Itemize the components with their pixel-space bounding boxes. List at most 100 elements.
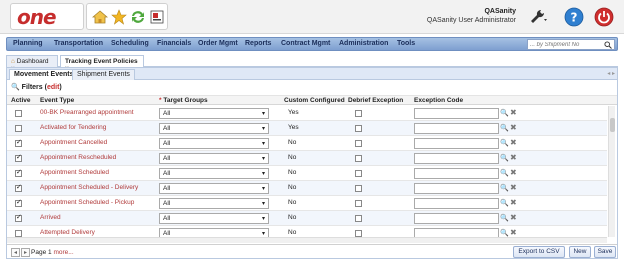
debrief-exception-checkbox[interactable] — [355, 230, 362, 237]
target-groups-select[interactable]: All ▾ — [159, 138, 269, 149]
debrief-exception-checkbox[interactable] — [355, 125, 362, 132]
clear-icon[interactable]: ✖ — [510, 198, 517, 207]
debrief-exception-checkbox[interactable] — [355, 110, 362, 117]
col-debrief-exception[interactable]: Debrief Exception — [348, 97, 403, 104]
star-icon[interactable] — [111, 9, 127, 25]
lookup-icon[interactable]: 🔍 — [500, 124, 509, 132]
help-icon[interactable]: ? — [564, 7, 584, 27]
event-type-link[interactable]: Appointment Cancelled — [40, 139, 107, 146]
nav-item-tools[interactable]: Tools — [397, 40, 415, 47]
active-checkbox[interactable] — [15, 110, 22, 117]
exception-code-field[interactable] — [414, 153, 499, 164]
target-groups-select[interactable]: All ▾ — [159, 228, 269, 237]
exception-code-field[interactable] — [414, 213, 499, 224]
exception-code-field[interactable] — [414, 198, 499, 209]
nav-item-planning[interactable]: Planning — [13, 40, 43, 47]
active-checkbox[interactable] — [15, 125, 22, 132]
exception-code-field[interactable] — [414, 138, 499, 149]
nav-item-transportation[interactable]: Transportation — [54, 40, 103, 47]
clear-icon[interactable]: ✖ — [510, 138, 517, 147]
col-active[interactable]: Active — [11, 97, 31, 104]
filters-edit-link[interactable]: edit — [47, 84, 59, 91]
active-checkbox[interactable] — [15, 138, 22, 147]
target-groups-select[interactable]: All ▾ — [159, 213, 269, 224]
debrief-exception-checkbox[interactable] — [355, 215, 362, 222]
app-logo[interactable]: one — [10, 3, 84, 30]
debrief-exception-checkbox[interactable] — [355, 200, 362, 207]
debrief-exception-checkbox[interactable] — [355, 140, 362, 147]
tab-dashboard[interactable]: ⌂ Dashboard × — [6, 55, 58, 72]
lookup-icon[interactable]: 🔍 — [500, 229, 509, 237]
tab-movement-events[interactable]: Movement Events — [9, 69, 79, 80]
debrief-exception-checkbox[interactable] — [355, 170, 362, 177]
event-type-link[interactable]: Appointment Scheduled - Delivery — [40, 184, 138, 191]
nav-item-order-mgmt[interactable]: Order Mgmt — [198, 40, 238, 47]
nav-item-administration[interactable]: Administration — [339, 40, 388, 47]
nav-item-scheduling[interactable]: Scheduling — [111, 40, 149, 47]
lookup-icon[interactable]: 🔍 — [500, 199, 509, 207]
clear-icon[interactable]: ✖ — [510, 123, 517, 132]
event-type-link[interactable]: Activated for Tendering — [40, 124, 106, 131]
next-page-button[interactable]: ▸ — [21, 248, 30, 257]
event-type-link[interactable]: Arrived — [40, 214, 61, 221]
lookup-icon[interactable]: 🔍 — [500, 109, 509, 117]
lookup-icon[interactable]: 🔍 — [500, 184, 509, 192]
nav-item-reports[interactable]: Reports — [245, 40, 271, 47]
active-checkbox[interactable] — [15, 168, 22, 177]
report-icon[interactable] — [149, 9, 165, 25]
nav-item-financials[interactable]: Financials — [157, 40, 191, 47]
event-type-link[interactable]: 00-BK Prearranged appointment — [40, 109, 134, 116]
nav-item-contract-mgmt[interactable]: Contract Mgmt — [281, 40, 330, 47]
tab-tracking-event-policies[interactable]: Tracking Event Policies × — [60, 55, 144, 72]
power-icon[interactable] — [594, 7, 614, 27]
active-checkbox[interactable] — [15, 153, 22, 162]
event-type-link[interactable]: Appointment Rescheduled — [40, 154, 116, 161]
exception-code-field[interactable] — [414, 108, 499, 119]
event-type-link[interactable]: Appointment Scheduled — [40, 169, 109, 176]
prev-page-button[interactable]: ◂ — [11, 248, 20, 257]
col-event-type[interactable]: Event Type — [40, 97, 74, 104]
wrench-icon[interactable] — [528, 7, 548, 27]
debrief-exception-checkbox[interactable] — [355, 155, 362, 162]
debrief-exception-checkbox[interactable] — [355, 185, 362, 192]
col-exception-code[interactable]: Exception Code — [414, 97, 463, 104]
target-groups-select[interactable]: All ▾ — [159, 153, 269, 164]
lookup-icon[interactable]: 🔍 — [500, 154, 509, 162]
active-checkbox[interactable] — [15, 230, 22, 237]
clear-icon[interactable]: ✖ — [510, 183, 517, 192]
active-checkbox[interactable] — [15, 213, 22, 222]
clear-icon[interactable]: ✖ — [510, 108, 517, 117]
save-button[interactable]: Save — [594, 246, 616, 258]
horizontal-scrollbar[interactable] — [7, 237, 607, 243]
export-csv-button[interactable]: Export to CSV — [513, 246, 565, 258]
target-groups-select[interactable]: All ▾ — [159, 168, 269, 179]
exception-code-field[interactable] — [414, 168, 499, 179]
target-groups-select[interactable]: All ▾ — [159, 198, 269, 209]
lookup-icon[interactable]: 🔍 — [500, 169, 509, 177]
exception-code-field[interactable] — [414, 183, 499, 194]
exception-code-field[interactable] — [414, 123, 499, 134]
new-button[interactable]: New — [569, 246, 591, 258]
clear-icon[interactable]: ✖ — [510, 228, 517, 237]
home-icon[interactable] — [92, 9, 108, 25]
tab-shipment-events[interactable]: Shipment Events — [72, 69, 135, 80]
vertical-scrollbar[interactable] — [608, 106, 615, 237]
target-groups-select[interactable]: All ▾ — [159, 123, 269, 134]
clear-icon[interactable]: ✖ — [510, 153, 517, 162]
more-link[interactable]: more... — [53, 249, 73, 256]
tab-scroll-icon[interactable]: ◂ ▸ — [607, 70, 615, 77]
event-type-link[interactable]: Appointment Scheduled - Pickup — [40, 199, 134, 206]
exception-code-field[interactable] — [414, 228, 499, 237]
target-groups-select[interactable]: All ▾ — [159, 183, 269, 194]
target-groups-select[interactable]: All ▾ — [159, 108, 269, 119]
clear-icon[interactable]: ✖ — [510, 168, 517, 177]
refresh-icon[interactable] — [130, 9, 146, 25]
event-type-link[interactable]: Attempted Delivery — [40, 229, 95, 236]
col-custom-configured[interactable]: Custom Configured — [284, 97, 345, 104]
lookup-icon[interactable]: 🔍 — [500, 139, 509, 147]
lookup-icon[interactable]: 🔍 — [500, 214, 509, 222]
clear-icon[interactable]: ✖ — [510, 213, 517, 222]
shipment-search-input[interactable] — [528, 40, 602, 49]
scrollbar-thumb[interactable] — [610, 118, 615, 132]
active-checkbox[interactable] — [15, 198, 22, 207]
